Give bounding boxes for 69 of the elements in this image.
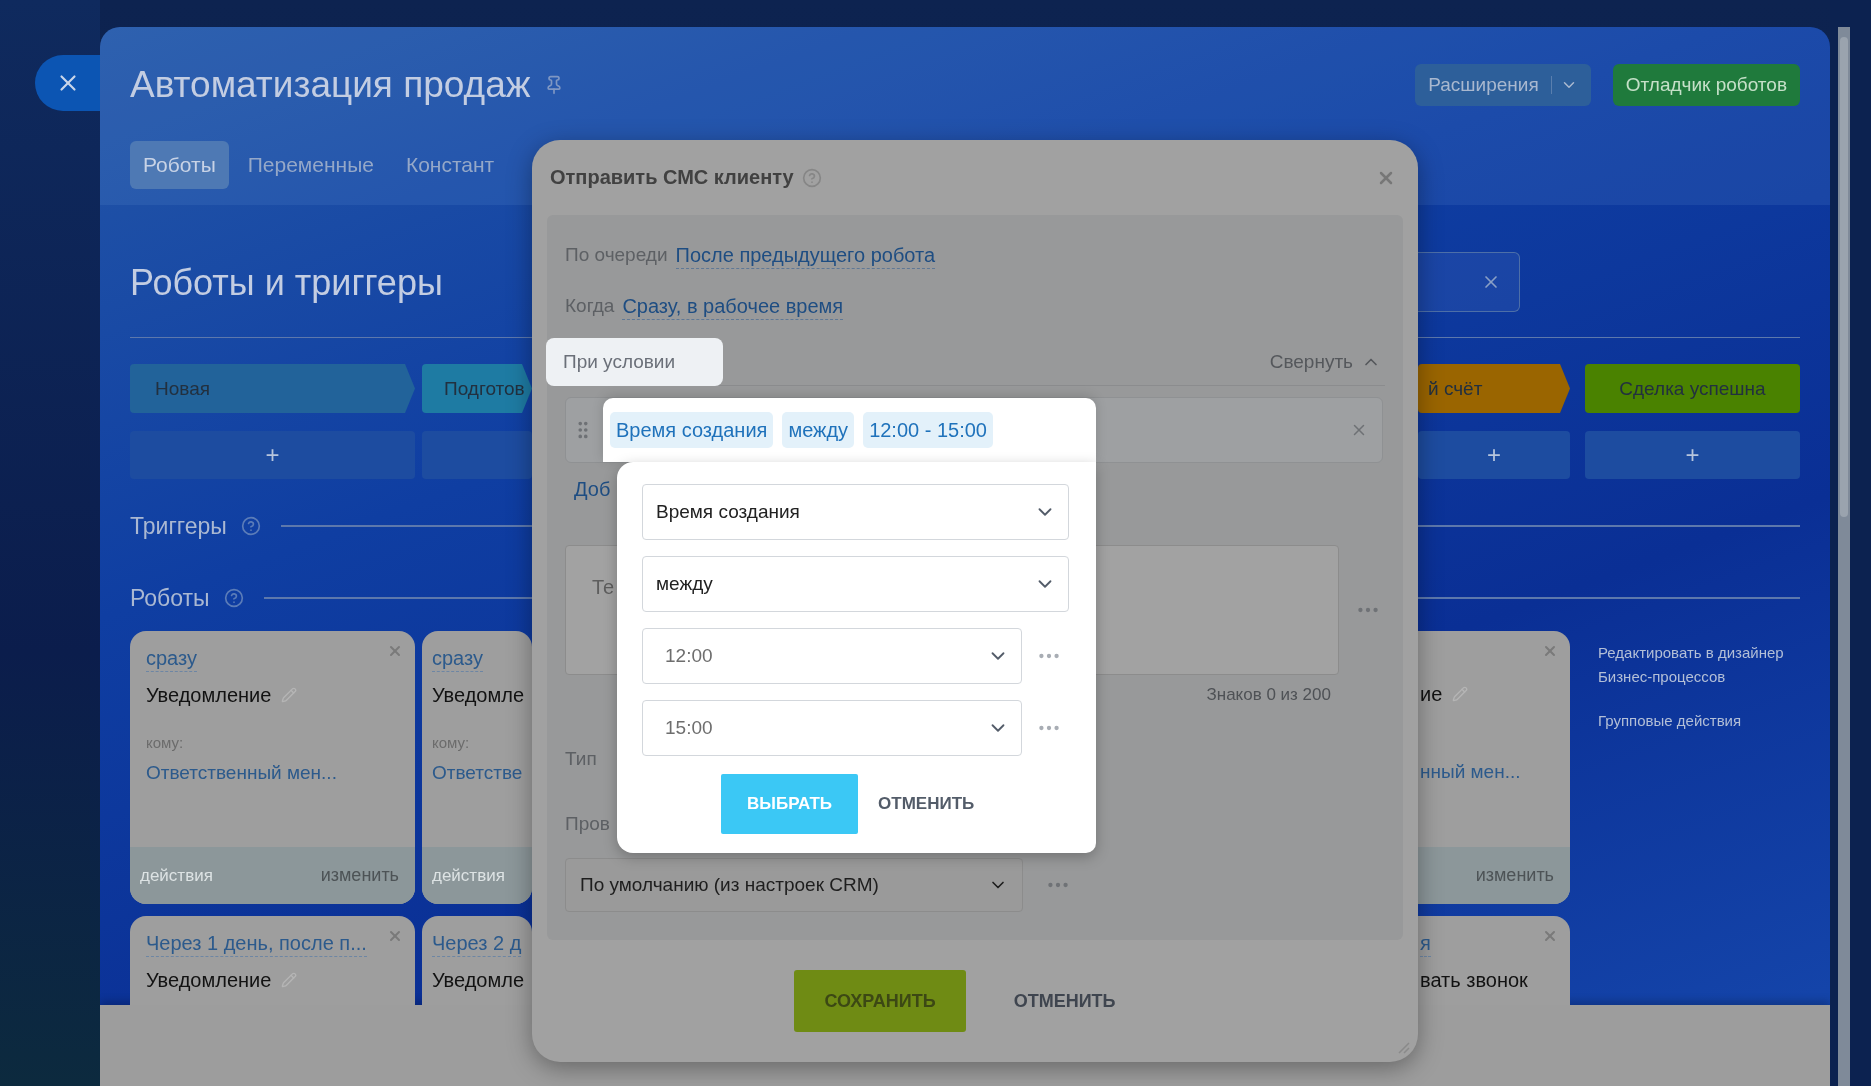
select-button[interactable]: ВЫБРАТЬ <box>721 774 859 834</box>
stage-header: Подготов <box>422 364 532 413</box>
close-icon[interactable] <box>1542 643 1558 659</box>
cancel-button[interactable]: ОТМЕНИТЬ <box>870 774 983 834</box>
condition-chip[interactable]: между <box>782 412 855 448</box>
add-robot-button[interactable]: + <box>1418 431 1570 479</box>
extensions-button[interactable]: Расширения <box>1415 64 1591 106</box>
edit-link[interactable]: изменить <box>320 865 399 886</box>
robot-name: Уведомление <box>146 968 272 992</box>
field-label: Когда <box>565 295 615 317</box>
robot-name: Уведомле <box>432 968 524 992</box>
section-title: Триггеры <box>130 512 227 540</box>
select-field[interactable]: между <box>642 556 1069 612</box>
field-label: Тип <box>565 748 598 771</box>
close-icon[interactable] <box>387 928 403 944</box>
delay-link[interactable]: Через 2 д <box>432 930 522 957</box>
scrollbar[interactable] <box>1838 27 1850 1086</box>
field-link[interactable]: Сразу, в рабочее время <box>622 292 844 320</box>
section-title: Роботы <box>130 584 210 612</box>
robot-name: Уведомление <box>146 683 272 707</box>
tab[interactable]: Переменные <box>234 141 387 189</box>
help-icon[interactable] <box>240 516 261 536</box>
actions-link[interactable]: действия <box>140 865 213 886</box>
recipient-link[interactable]: Ответственный мен... <box>146 762 399 784</box>
stage-header: й счёт <box>1418 364 1570 413</box>
recipient-link[interactable]: нный мен... <box>1420 761 1570 783</box>
robot-name: Уведомле <box>432 683 524 707</box>
recipient-link[interactable]: Ответстве <box>432 762 532 784</box>
resize-grip-icon[interactable] <box>1396 1040 1410 1054</box>
add-robot-button[interactable]: + <box>130 431 415 479</box>
cancel-button[interactable]: ОТМЕНИТЬ <box>983 970 1146 1032</box>
select-field[interactable]: 12:00 <box>642 628 1022 684</box>
select-field[interactable]: Время создания <box>642 484 1069 540</box>
delay-link[interactable]: сразу <box>146 645 197 672</box>
tab[interactable]: Констант <box>392 141 508 189</box>
help-icon[interactable] <box>223 588 244 608</box>
stage-header: Новая <box>130 364 415 413</box>
collapse-button[interactable]: Свернуть <box>1269 350 1381 373</box>
board-title: Роботы и триггеры <box>130 262 444 304</box>
provider-select[interactable]: По умолчанию (из настроек CRM) <box>565 858 1023 912</box>
add-robot-button[interactable]: + <box>1585 431 1800 479</box>
save-button[interactable]: СОХРАНИТЬ <box>794 970 966 1032</box>
delay-link[interactable]: Через 1 день, после п... <box>146 930 367 957</box>
close-icon[interactable] <box>387 643 403 659</box>
field-label: Пров <box>565 813 611 836</box>
delay-link[interactable]: я <box>1420 930 1431 957</box>
debugger-button[interactable]: Отладчик роботов <box>1612 64 1800 106</box>
field-link[interactable]: После предыдущего робота <box>675 241 936 269</box>
select-field[interactable]: 15:00 <box>642 700 1022 756</box>
robot-name: вать звонок <box>1420 968 1528 992</box>
tab[interactable]: Роботы <box>130 141 229 189</box>
page-title: Автоматизация продаж <box>130 64 531 106</box>
robot-name: ие <box>1420 682 1443 706</box>
condition-chip[interactable]: 12:00 - 15:00 <box>863 412 993 448</box>
edit-link[interactable]: изменить <box>1475 865 1554 886</box>
search-field[interactable] <box>1418 252 1520 312</box>
dialog-title: Отправить СМС клиенту <box>550 166 794 189</box>
char-counter: Знаков 0 из 200 <box>1205 685 1332 705</box>
condition-tab[interactable]: При условии <box>546 337 723 386</box>
help-icon[interactable] <box>801 167 822 188</box>
field-label: По очереди <box>565 244 668 266</box>
delay-link[interactable]: сразу <box>432 645 483 672</box>
close-button[interactable] <box>35 55 100 111</box>
condition-chip[interactable]: Время создания <box>610 412 774 448</box>
side-link[interactable]: Групповые действия <box>1598 709 1800 733</box>
add-robot-button[interactable] <box>422 431 532 479</box>
side-link[interactable]: Редактировать в дизайнер Бизнес-процессов <box>1598 641 1800 689</box>
stage-header: Сделка успешна <box>1585 364 1800 413</box>
close-icon[interactable] <box>1542 928 1558 944</box>
